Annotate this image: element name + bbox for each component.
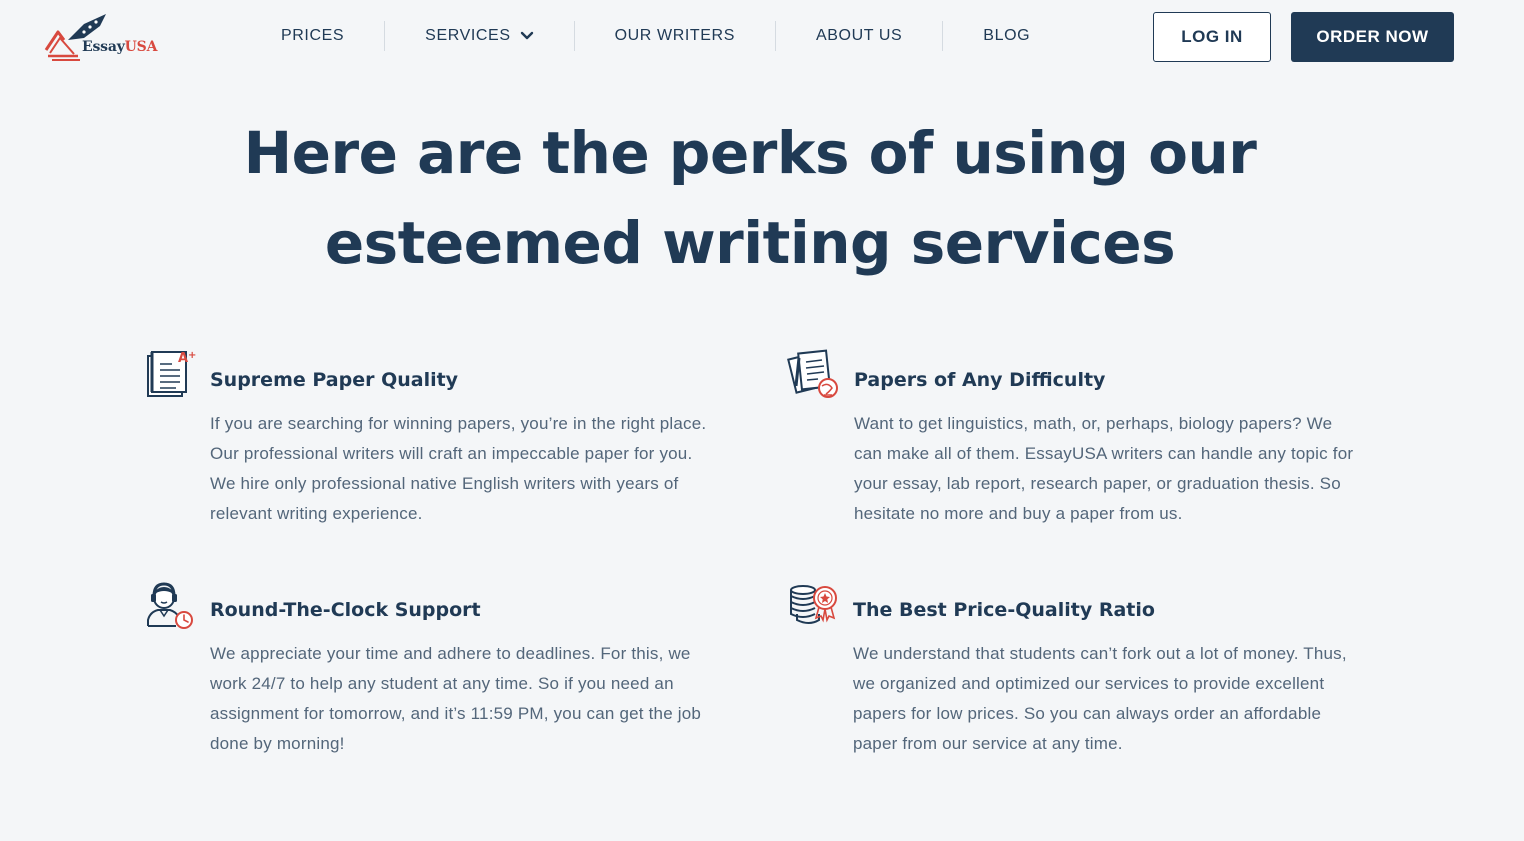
feature-papers-any-difficulty: Papers of Any Difficulty Want to get lin… bbox=[787, 349, 1364, 529]
chevron-down-icon bbox=[520, 31, 533, 40]
nav-our-writers-label: OUR WRITERS bbox=[614, 27, 735, 44]
nav-blog[interactable]: BLOG bbox=[943, 20, 1070, 52]
logo-usa-text: USA bbox=[124, 39, 158, 55]
headline-line-1: Here are the perks of using our bbox=[243, 119, 1257, 187]
logo-wordmark: EssayUSA bbox=[82, 39, 157, 55]
feature-title: Round-The-Clock Support bbox=[210, 599, 481, 621]
feature-description: We understand that students can’t fork o… bbox=[853, 644, 1347, 753]
nav-prices[interactable]: PRICES bbox=[240, 20, 384, 52]
paper-grade-icon: A + bbox=[147, 350, 196, 397]
page-headline: Here are the perks of using our esteemed… bbox=[200, 108, 1300, 288]
nav-services-label: SERVICES bbox=[425, 27, 511, 44]
feature-description: Want to get linguistics, math, or, perha… bbox=[854, 414, 1354, 523]
feature-title: Supreme Paper Quality bbox=[210, 369, 459, 391]
feature-best-price-quality-ratio: The Best Price-Quality Ratio We understa… bbox=[790, 585, 1353, 759]
site-header: EssayUSA PRICES SERVICES OUR WRITERS ABO… bbox=[0, 0, 1524, 72]
order-now-button[interactable]: ORDER NOW bbox=[1291, 12, 1454, 62]
feature-supreme-paper-quality: A + Supreme Paper Quality If you are sea… bbox=[147, 350, 720, 529]
coins-badge-icon bbox=[790, 585, 837, 624]
feature-title: Papers of Any Difficulty bbox=[854, 369, 1106, 391]
nav-services[interactable]: SERVICES bbox=[385, 20, 573, 52]
support-agent-icon bbox=[147, 582, 193, 629]
logo-essay-text: Essay bbox=[82, 39, 125, 55]
papers-globe-icon bbox=[787, 349, 838, 398]
nav-prices-label: PRICES bbox=[281, 27, 345, 44]
feature-description: If you are searching for winning papers,… bbox=[210, 414, 707, 523]
svg-text:+: + bbox=[188, 350, 196, 361]
nav-about-us-label: ABOUT US bbox=[815, 27, 903, 44]
nav-blog-label: BLOG bbox=[983, 27, 1031, 44]
nav-our-writers[interactable]: OUR WRITERS bbox=[575, 20, 775, 52]
login-button[interactable]: LOG IN bbox=[1153, 12, 1271, 62]
feature-description: We appreciate your time and adhere to de… bbox=[210, 644, 702, 753]
essayusa-logo[interactable]: EssayUSA bbox=[44, 10, 164, 62]
feature-title: The Best Price-Quality Ratio bbox=[853, 599, 1155, 621]
svg-text:A: A bbox=[178, 351, 188, 366]
feature-round-the-clock-support: Round-The-Clock Support We appreciate yo… bbox=[147, 582, 710, 759]
nav-about-us[interactable]: ABOUT US bbox=[776, 20, 942, 52]
headline-line-2: esteemed writing services bbox=[324, 209, 1176, 277]
main-nav: PRICES SERVICES OUR WRITERS ABOUT US BLO… bbox=[240, 20, 1070, 52]
